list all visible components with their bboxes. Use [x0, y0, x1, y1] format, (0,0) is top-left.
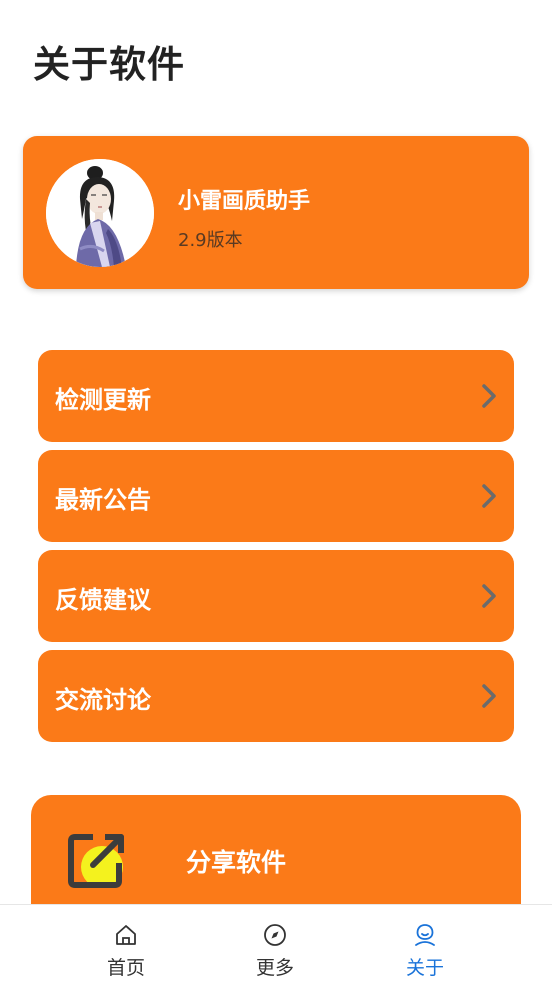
menu-item-label: 检测更新: [55, 386, 151, 414]
tab-about[interactable]: 关于: [365, 905, 485, 981]
home-icon: [116, 925, 136, 945]
page-title: 关于软件: [33, 43, 185, 86]
tab-label: 更多: [255, 957, 294, 979]
tab-more[interactable]: 更多: [215, 905, 335, 981]
avatar-portrait-icon: [46, 159, 154, 267]
compass-icon: [264, 924, 286, 946]
tab-home[interactable]: 首页: [66, 905, 186, 981]
chevron-right-icon: [482, 484, 496, 508]
menu-item-feedback[interactable]: 反馈建议: [38, 550, 514, 642]
app-name: 小雷画质助手: [178, 189, 311, 214]
menu-item-label: 反馈建议: [55, 586, 151, 614]
menu-item-announcement[interactable]: 最新公告: [38, 450, 514, 542]
avatar: [46, 159, 154, 267]
tab-label: 关于: [405, 957, 444, 979]
about-page: 关于软件 小雷画质助手 2.9版本 检测更新 最新公告 反馈建议 交流讨论 分享…: [0, 0, 552, 981]
tab-label: 首页: [106, 957, 145, 979]
menu-item-label: 交流讨论: [55, 686, 151, 714]
chevron-right-icon: [482, 584, 496, 608]
chevron-right-icon: [482, 684, 496, 708]
menu-item-check-update[interactable]: 检测更新: [38, 350, 514, 442]
app-info-card: 小雷画质助手 2.9版本: [23, 136, 529, 289]
user-icon: [415, 924, 435, 946]
share-label: 分享软件: [186, 848, 287, 877]
app-version: 2.9版本: [178, 230, 243, 251]
bottom-tab-bar: 首页 更多 关于: [0, 904, 552, 981]
chevron-right-icon: [482, 384, 496, 408]
menu-item-label: 最新公告: [55, 486, 151, 514]
menu-item-discussion[interactable]: 交流讨论: [38, 650, 514, 742]
share-icon: [68, 834, 124, 888]
